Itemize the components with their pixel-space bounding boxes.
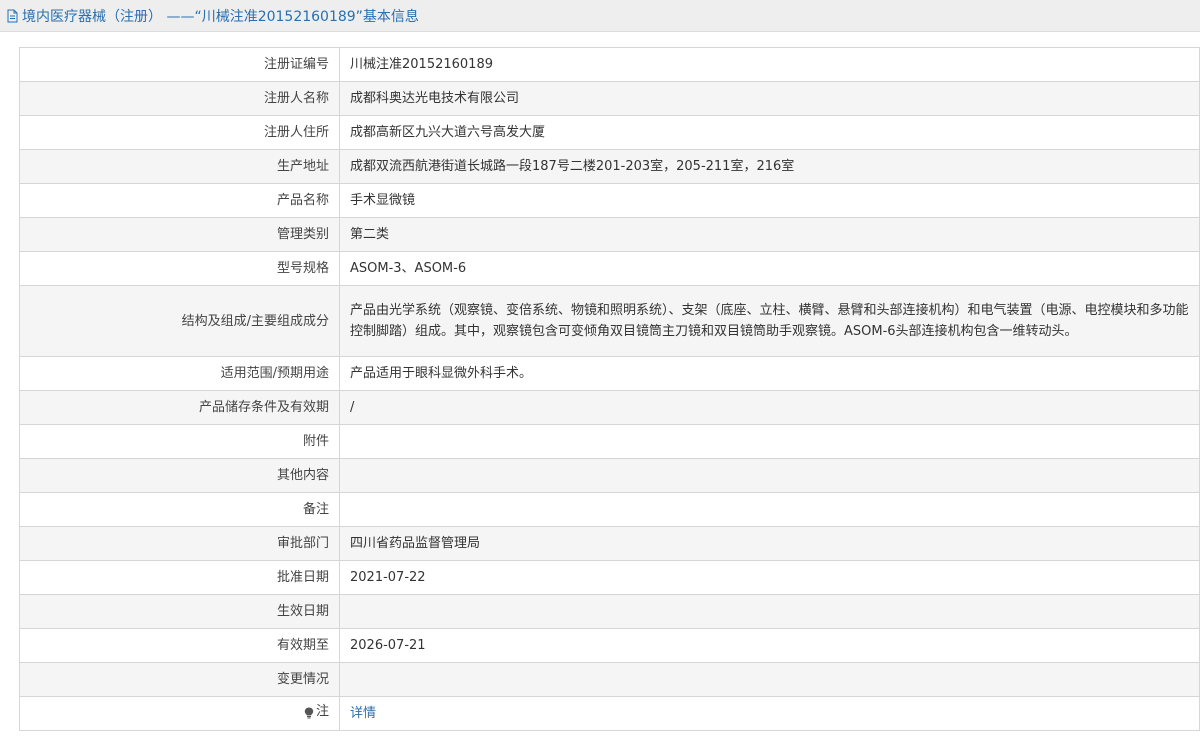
field-value: 2021-07-22 [339,560,1200,595]
document-icon [6,9,19,23]
info-table: 注册证编号 川械注准20152160189 注册人名称 成都科奥达光电技术有限公司 注册… [19,47,1200,731]
table-row-note: 注 详情 [19,696,1200,731]
field-label: 注册证编号 [19,47,340,82]
lightbulb-icon [304,705,314,719]
field-label: 备注 [19,492,340,527]
field-label: 适用范围/预期用途 [19,356,340,391]
field-value: 2026-07-21 [339,628,1200,663]
table-row: 附件 [19,424,1200,459]
info-table-body: 注册证编号 川械注准20152160189 注册人名称 成都科奥达光电技术有限公司 注册… [19,47,1200,731]
field-value: 产品由光学系统（观察镜、变倍系统、物镜和照明系统）、支架（底座、立柱、横臂、悬臂… [339,285,1200,357]
field-value: 成都科奥达光电技术有限公司 [339,81,1200,116]
field-value: / [339,390,1200,425]
table-row: 注册人名称 成都科奥达光电技术有限公司 [19,81,1200,116]
table-row: 产品名称 手术显微镜 [19,183,1200,218]
field-label: 产品名称 [19,183,340,218]
field-label: 附件 [19,424,340,459]
field-label: 生效日期 [19,594,340,629]
details-link[interactable]: 详情 [350,706,376,721]
field-value: 手术显微镜 [339,183,1200,218]
table-row: 生产地址 成都双流西航港街道长城路一段187号二楼201-203室，205-211… [19,149,1200,184]
field-label: 其他内容 [19,458,340,493]
table-row: 管理类别 第二类 [19,217,1200,252]
field-value: 川械注准20152160189 [339,47,1200,82]
field-label: 型号规格 [19,251,340,286]
field-label: 生产地址 [19,149,340,184]
field-value: 产品适用于眼科显微外科手术。 [339,356,1200,391]
table-row: 备注 [19,492,1200,527]
table-row: 注册人住所 成都高新区九兴大道六号高发大厦 [19,115,1200,150]
table-row: 适用范围/预期用途 产品适用于眼科显微外科手术。 [19,356,1200,391]
page-header: 境内医疗器械（注册） ——“川械注准20152160189”基本信息 [0,0,1200,32]
info-table-container: 注册证编号 川械注准20152160189 注册人名称 成都科奥达光电技术有限公司 注册… [19,47,1200,731]
note-label-text: 注 [315,703,329,719]
field-value [339,662,1200,697]
field-label: 批准日期 [19,560,340,595]
field-value [339,458,1200,493]
field-value: ASOM-3、ASOM-6 [339,251,1200,286]
field-label: 注册人住所 [19,115,340,150]
page-title: 境内医疗器械（注册） ——“川械注准20152160189”基本信息 [22,8,419,25]
field-value: 四川省药品监督管理局 [339,526,1200,561]
table-row: 型号规格 ASOM-3、ASOM-6 [19,251,1200,286]
table-row: 有效期至 2026-07-21 [19,628,1200,663]
field-value: 第二类 [339,217,1200,252]
note-label-cell: 注 [19,696,340,731]
field-value [339,424,1200,459]
table-row: 注册证编号 川械注准20152160189 [19,47,1200,82]
table-row: 审批部门 四川省药品监督管理局 [19,526,1200,561]
field-label: 变更情况 [19,662,340,697]
field-label: 结构及组成/主要组成成分 [19,285,340,357]
note-value-cell: 详情 [339,696,1200,731]
field-label: 注册人名称 [19,81,340,116]
table-row: 变更情况 [19,662,1200,697]
field-label: 有效期至 [19,628,340,663]
table-row: 产品储存条件及有效期 / [19,390,1200,425]
field-value: 成都高新区九兴大道六号高发大厦 [339,115,1200,150]
table-row: 生效日期 [19,594,1200,629]
table-row: 批准日期 2021-07-22 [19,560,1200,595]
field-label: 审批部门 [19,526,340,561]
field-value: 成都双流西航港街道长城路一段187号二楼201-203室，205-211室，21… [339,149,1200,184]
field-value [339,594,1200,629]
table-row: 结构及组成/主要组成成分 产品由光学系统（观察镜、变倍系统、物镜和照明系统）、支架… [19,285,1200,357]
field-label: 管理类别 [19,217,340,252]
field-label: 产品储存条件及有效期 [19,390,340,425]
note-label: 注 [304,701,329,722]
table-row: 其他内容 [19,458,1200,493]
field-value [339,492,1200,527]
